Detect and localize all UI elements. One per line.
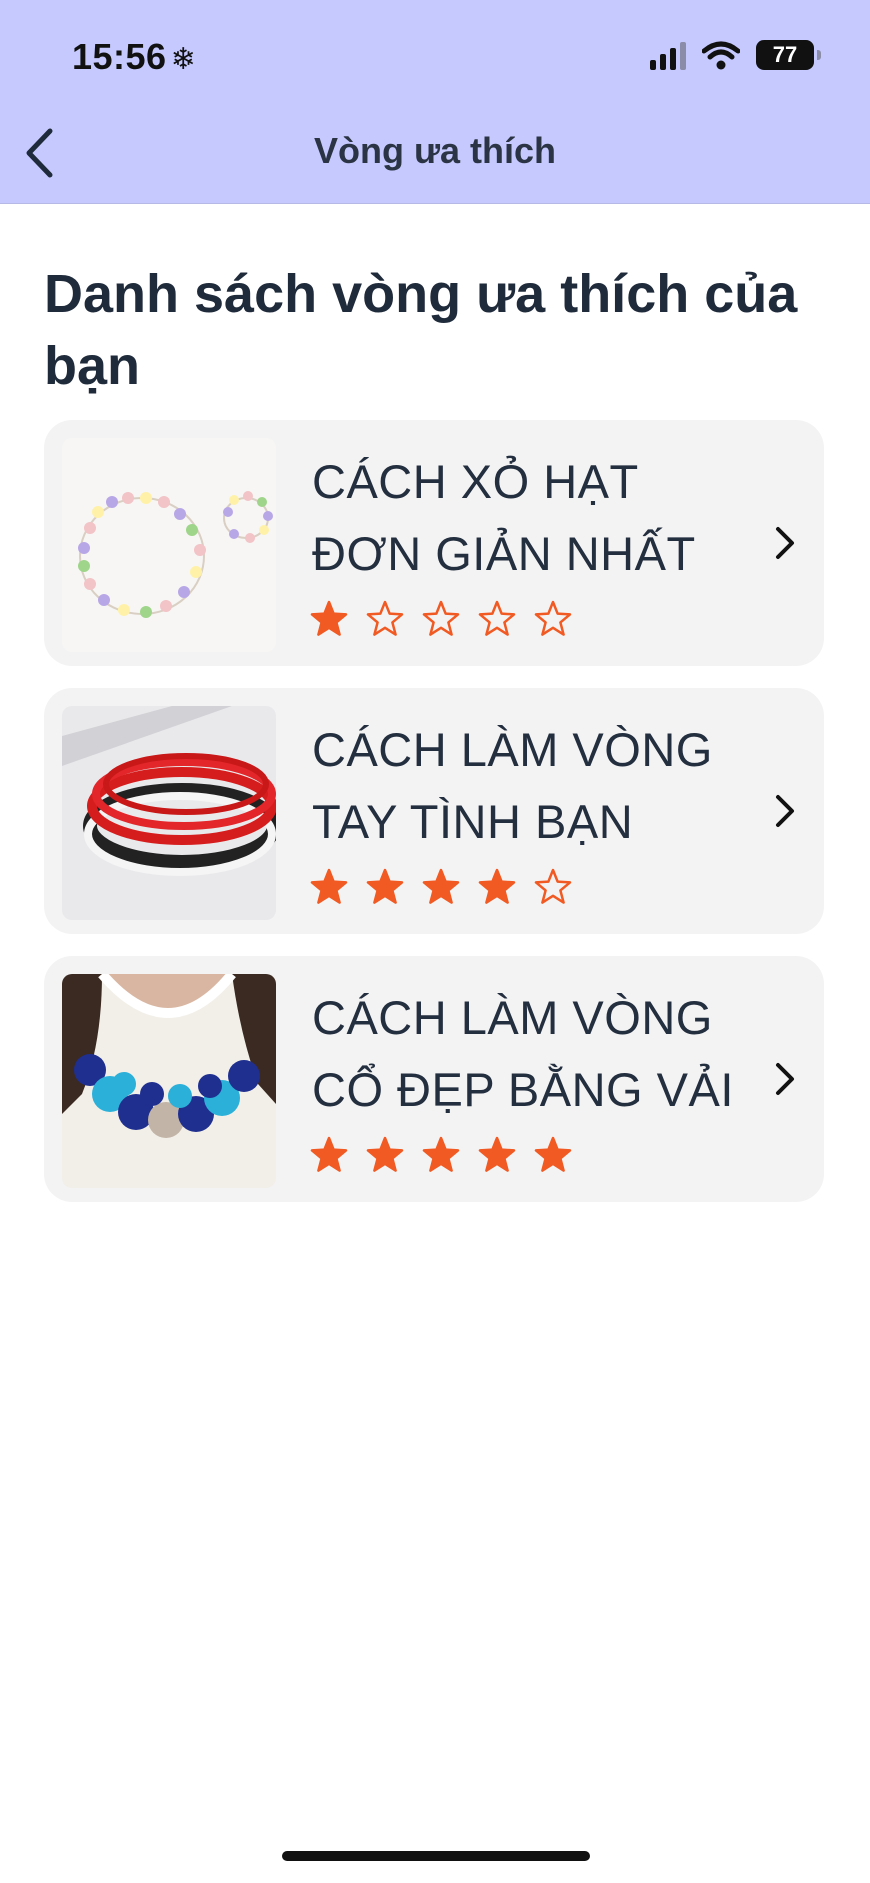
item-thumbnail (62, 706, 276, 920)
item-title: CÁCH LÀM VÒNG CỔ ĐẸP BẰNG VẢI (312, 991, 734, 1116)
status-time-text: 15:56 (72, 36, 167, 77)
star-filled-icon (366, 868, 404, 904)
status-time: 15:56 ❄ (72, 36, 196, 78)
chevron-right-icon (776, 527, 794, 559)
star-filled-icon (422, 868, 460, 904)
star-filled-icon (366, 1136, 404, 1172)
star-filled-icon (478, 868, 516, 904)
star-outline-icon (534, 868, 572, 904)
star-outline-icon (366, 600, 404, 636)
status-icons: 77 (650, 40, 821, 70)
item-thumbnail (62, 438, 276, 652)
list-item[interactable]: CÁCH LÀM VÒNG CỔ ĐẸP BẰNG VẢI (44, 956, 824, 1202)
battery-icon: 77 (756, 40, 821, 70)
star-filled-icon (310, 868, 348, 904)
star-outline-icon (422, 600, 460, 636)
rating-stars (310, 868, 572, 906)
rating-stars (310, 600, 572, 638)
star-outline-icon (534, 600, 572, 636)
item-title: CÁCH XỎ HẠT ĐƠN GIẢN NHẤT (312, 455, 696, 580)
home-indicator[interactable] (282, 1851, 590, 1861)
star-filled-icon (310, 1136, 348, 1172)
wifi-icon (702, 40, 740, 70)
star-filled-icon (534, 1136, 572, 1172)
star-filled-icon (422, 1136, 460, 1172)
item-title: CÁCH LÀM VÒNG TAY TÌNH BẠN (312, 723, 713, 848)
star-filled-icon (478, 1136, 516, 1172)
chevron-right-icon (776, 1063, 794, 1095)
list-item[interactable]: CÁCH LÀM VÒNG TAY TÌNH BẠN (44, 688, 824, 934)
rating-stars (310, 1136, 572, 1174)
favorites-list: CÁCH XỎ HẠT ĐƠN GIẢN NHẤT CÁCH LÀM VÒNG … (44, 420, 824, 1224)
app-header: 15:56 ❄ 77 Vòng ưa thích (0, 0, 870, 204)
chevron-right-icon (776, 795, 794, 827)
star-outline-icon (478, 600, 516, 636)
battery-level: 77 (772, 42, 798, 67)
snowflake-icon: ❄ (170, 43, 197, 76)
list-item[interactable]: CÁCH XỎ HẠT ĐƠN GIẢN NHẤT (44, 420, 824, 666)
nav-title: Vòng ưa thích (313, 130, 557, 171)
cellular-signal-icon (650, 40, 686, 70)
star-filled-icon (310, 600, 348, 636)
page-heading: Danh sách vòng ưa thích của bạn (44, 264, 798, 396)
item-thumbnail (62, 974, 276, 1188)
